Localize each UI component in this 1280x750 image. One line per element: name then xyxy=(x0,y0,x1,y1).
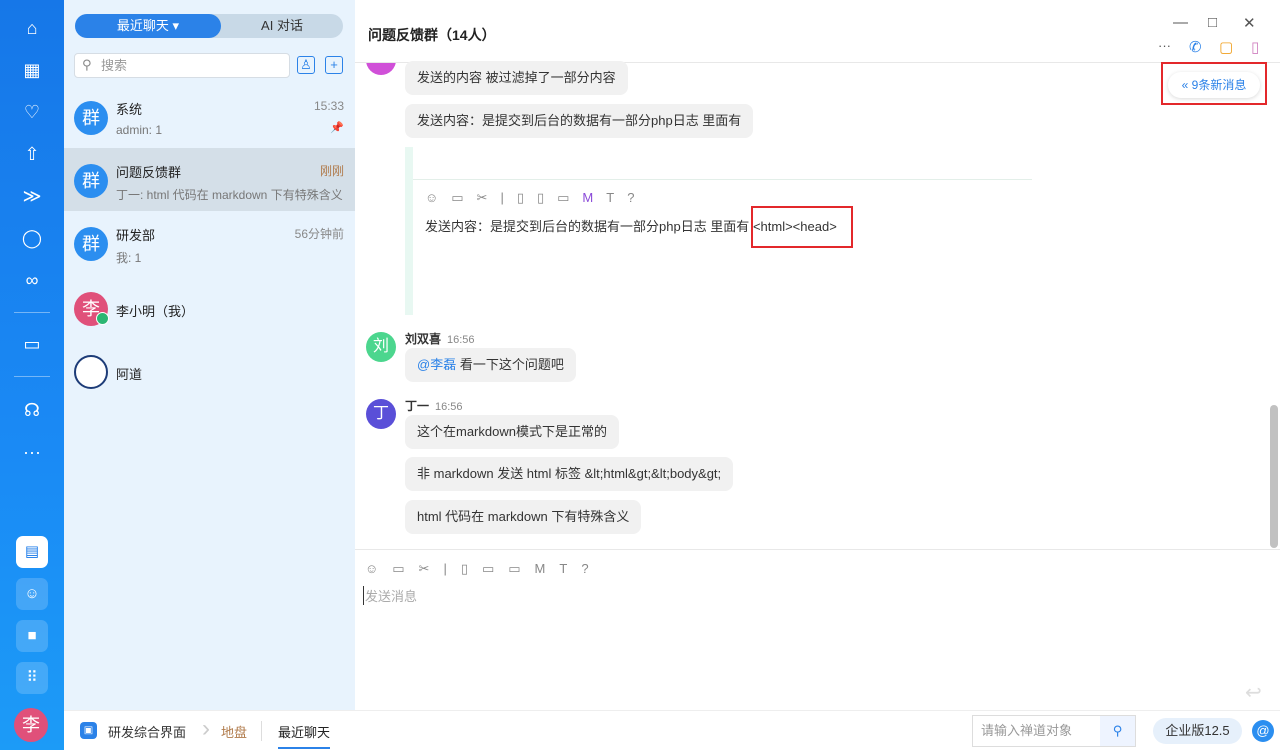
tab-label: 最近聊天 xyxy=(116,18,169,33)
rocket-icon[interactable]: ⇧ xyxy=(20,142,44,166)
user-avatar: 丁 xyxy=(366,399,396,429)
search-icon[interactable]: ◯ xyxy=(20,226,44,250)
minimize-button[interactable]: — xyxy=(1173,14,1188,31)
apps-button[interactable]: ⠿ xyxy=(16,662,48,694)
left-rail: ⌂ ▦ ♡ ⇧ ≫ ◯ ∞ ▭ ☊ ··· ▤ ☺ ■ ⠿ 李 xyxy=(0,0,64,750)
group-avatar: 群 xyxy=(74,227,108,261)
apps-icon[interactable]: ▦ xyxy=(20,58,44,82)
sender-name: 丁一 16:56 xyxy=(405,399,463,413)
editor-toolbar: ☺▭✂|▯▯▭MT? xyxy=(425,190,648,205)
message-input[interactable]: 发送消息 xyxy=(363,586,417,605)
list-item[interactable]: 群 问题反馈群 丁一: html 代码在 markdown 下有特殊含义 刚刚 xyxy=(64,148,355,211)
contacts-icon[interactable]: ♙ xyxy=(297,56,315,74)
chat-preview: 我: 1 xyxy=(116,251,142,265)
bottom-bar: ▣ 研发综合界面 › 地盘 最近聊天 请输入禅道对象 ⚲ 企业版12.5 @ xyxy=(64,710,1280,750)
logo-icon[interactable]: @ xyxy=(1252,720,1274,742)
chat-time: 56分钟前 xyxy=(294,227,344,241)
chat-name: 问题反馈群 xyxy=(116,165,182,180)
phone-icon[interactable]: ✆ xyxy=(1189,38,1202,56)
user-avatar: 刘 xyxy=(366,332,396,362)
chat-panel: 问题反馈群（14人） — □ ✕ ··· ✆ ▢ ▯ 发送的内容 被过滤掉了一部… xyxy=(355,0,1280,710)
breadcrumb-separator: › xyxy=(202,715,210,742)
sender-name: 刘双喜 16:56 xyxy=(405,332,475,346)
chat-name: 系统 xyxy=(116,102,143,117)
message-text: 发送内容：是提交到后台的数据有一部分php日志 里面有 xyxy=(425,219,750,234)
run-icon[interactable]: ≫ xyxy=(20,184,44,208)
search-input[interactable]: 搜索 xyxy=(74,53,290,78)
list-item[interactable]: 李 李小明（我） xyxy=(64,276,355,339)
online-status-icon xyxy=(96,312,109,325)
chat-preview: 丁一: html 代码在 markdown 下有特殊含义 xyxy=(116,188,343,202)
more-icon[interactable]: ··· xyxy=(20,440,44,464)
breadcrumb-item-active[interactable]: 最近聊天 xyxy=(278,722,331,749)
highlight-box xyxy=(1161,62,1267,105)
home-icon[interactable]: ⌂ xyxy=(20,16,44,40)
group-avatar: 群 xyxy=(74,101,108,135)
tab-ai-chat[interactable]: AI 对话 xyxy=(221,14,343,38)
list-item[interactable]: 群 系统 admin: 1 15:33 📌 xyxy=(64,85,355,148)
message-bubble: html 代码在 markdown 下有特殊含义 xyxy=(405,500,642,534)
tab-recent-chats[interactable]: 最近聊天 ▾ xyxy=(75,14,221,38)
message-time: 16:56 xyxy=(435,401,463,413)
message-bubble: 这个在markdown模式下是正常的 xyxy=(405,415,619,449)
chat-time: 15:33 xyxy=(313,99,344,113)
sidebar-toggle-icon[interactable]: ▯ xyxy=(1251,38,1259,56)
chat-button[interactable]: ▤ xyxy=(16,536,48,568)
message-bubble: 非 markdown 发送 html 标签 &lt;html&gt;&lt;bo… xyxy=(405,457,734,491)
chat-list-panel: 最近聊天 ▾ AI 对话 搜索 ⚲ ♙ + 群 系统 admin: 1 15:3… xyxy=(64,0,355,710)
close-button[interactable]: ✕ xyxy=(1243,14,1256,32)
maximize-button[interactable]: □ xyxy=(1208,14,1217,31)
message-bubble: @李磊 看一下这个问题吧 xyxy=(405,348,576,382)
robot-icon[interactable]: ☊ xyxy=(20,398,44,422)
list-item[interactable]: 阿道 xyxy=(64,339,355,402)
chat-name: 阿道 xyxy=(116,367,143,382)
chat-time: 刚刚 xyxy=(319,164,344,178)
divider xyxy=(14,376,50,377)
chat-preview: admin: 1 xyxy=(116,123,163,137)
notice-icon[interactable]: ▢ xyxy=(1219,38,1233,56)
add-icon[interactable]: + xyxy=(325,56,343,74)
highlight-box xyxy=(751,206,853,248)
version-badge[interactable]: 企业版12.5 xyxy=(1153,718,1242,744)
scrollbar[interactable] xyxy=(1270,405,1278,548)
message-bubble: 发送内容：是提交到后台的数据有一部分php日志 里面有 xyxy=(405,104,754,138)
breadcrumb-item[interactable]: 地盘 xyxy=(221,722,247,741)
chat-title: 问题反馈群（14人） xyxy=(368,27,496,43)
pin-icon: 📌 xyxy=(330,122,344,134)
list-tabs: 最近聊天 ▾ AI 对话 xyxy=(75,14,343,38)
user-avatar[interactable]: 李 xyxy=(14,708,48,742)
divider xyxy=(14,312,50,313)
video-button[interactable]: ■ xyxy=(16,620,48,652)
send-icon[interactable]: ↩ xyxy=(1245,680,1262,705)
message-time: 16:56 xyxy=(447,334,475,346)
message-bubble: 发送的内容 被过滤掉了一部分内容 xyxy=(405,61,628,95)
chat-name: 研发部 xyxy=(116,228,156,243)
infinity-icon[interactable]: ∞ xyxy=(20,268,44,292)
user-avatar xyxy=(74,355,108,389)
input-toolbar[interactable]: ☺▭✂|▯▭▭MT? xyxy=(365,561,603,577)
breadcrumb-item[interactable]: 研发综合界面 xyxy=(108,722,186,741)
product-icon: ▣ xyxy=(80,722,97,739)
message-text: 看一下这个问题吧 xyxy=(456,357,564,372)
more-icon[interactable]: ··· xyxy=(1158,38,1171,53)
search-icon: ⚲ xyxy=(82,57,92,72)
mention-link[interactable]: @李磊 xyxy=(417,357,456,372)
bulb-icon[interactable]: ♡ xyxy=(20,100,44,124)
user-avatar xyxy=(366,63,396,75)
board-icon[interactable]: ▭ xyxy=(20,332,44,356)
list-item[interactable]: 群 研发部 我: 1 56分钟前 xyxy=(64,211,355,274)
contacts-button[interactable]: ☺ xyxy=(16,578,48,610)
input-divider xyxy=(355,549,1280,550)
group-avatar: 群 xyxy=(74,164,108,198)
embedded-editor-message: ☺▭✂|▯▯▭MT? 发送内容：是提交到后台的数据有一部分php日志 里面有 <… xyxy=(405,147,1032,315)
chat-name: 李小明（我） xyxy=(116,304,195,319)
search-icon[interactable]: ⚲ xyxy=(1100,716,1135,746)
